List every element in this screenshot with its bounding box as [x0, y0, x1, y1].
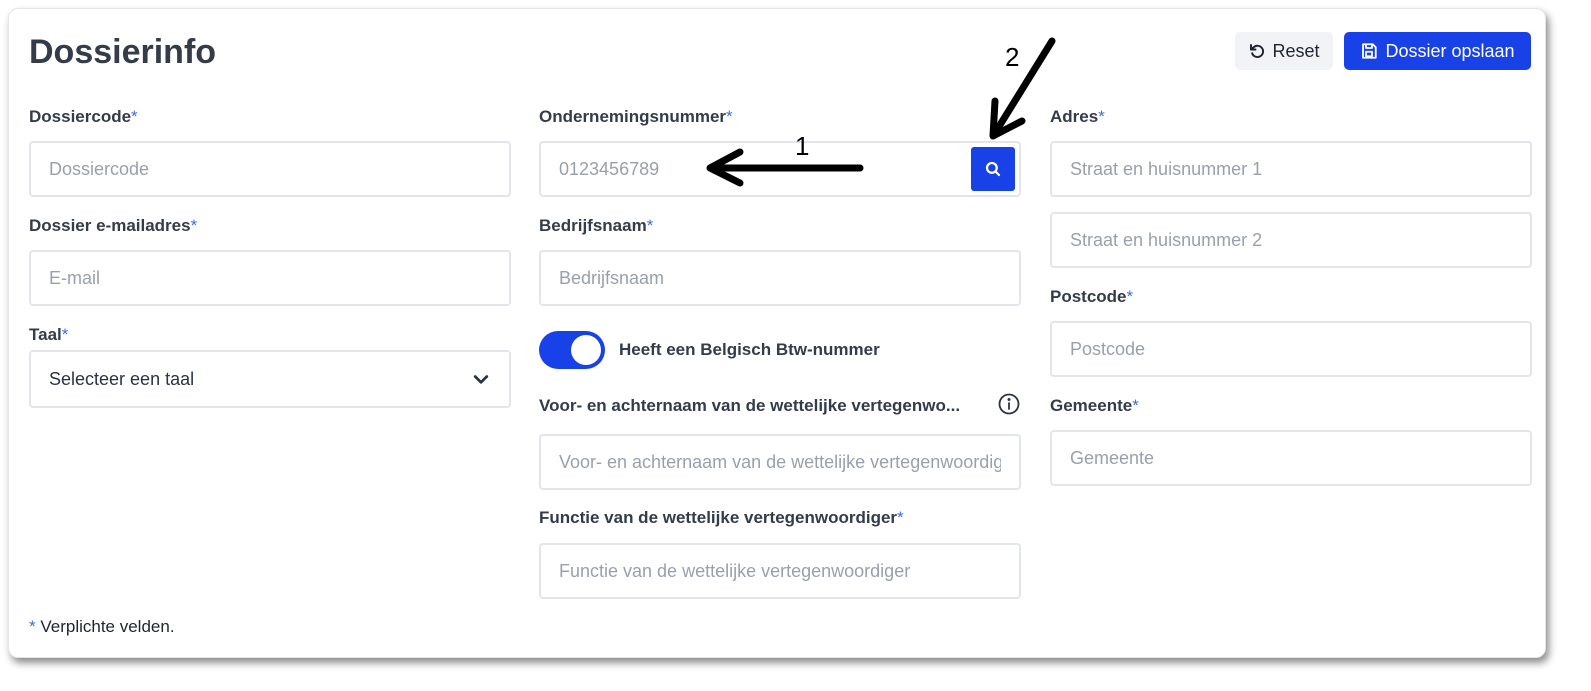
floppy-disk-icon — [1362, 43, 1378, 59]
gemeente-label: Gemeente* — [1050, 396, 1139, 415]
annotation-number-2: 2 — [1005, 42, 1020, 72]
save-dossier-button[interactable]: Dossier opslaan — [1344, 32, 1531, 70]
reset-button[interactable]: Reset — [1235, 32, 1333, 70]
btw-toggle[interactable] — [539, 331, 605, 369]
gemeente-input[interactable] — [1050, 430, 1532, 486]
dossiercode-input[interactable] — [29, 141, 511, 197]
required-fields-note: * Verplichte velden. — [29, 617, 175, 636]
taal-select[interactable]: Selecteer een taal — [29, 350, 511, 408]
vertegenwoordiger-functie-input[interactable] — [539, 543, 1021, 599]
vertegenwoordiger-functie-label: Functie van de wettelijke vertegenwoordi… — [539, 508, 904, 527]
email-label: Dossier e-mailadres* — [29, 216, 198, 235]
taal-label: Taal* — [29, 325, 69, 344]
vertegenwoordiger-naam-input[interactable] — [539, 434, 1021, 490]
adres-label: Adres* — [1050, 107, 1105, 126]
save-dossier-button-label: Dossier opslaan — [1385, 40, 1515, 61]
annotation-number-1: 1 — [795, 131, 810, 161]
bedrijfsnaam-input[interactable] — [539, 250, 1021, 306]
undo-icon — [1250, 44, 1265, 58]
page-title: Dossierinfo — [29, 33, 217, 71]
search-icon — [985, 161, 1001, 177]
postcode-label: Postcode* — [1050, 287, 1134, 306]
ondernemingsnummer-input[interactable] — [539, 141, 1021, 197]
reset-button-label: Reset — [1272, 40, 1320, 61]
email-input[interactable] — [29, 250, 511, 306]
adres-line1-input[interactable] — [1050, 141, 1532, 197]
btw-toggle-knob — [571, 335, 601, 365]
ondernemingsnummer-label: Ondernemingsnummer* — [539, 107, 733, 126]
postcode-input[interactable] — [1050, 321, 1532, 377]
vertegenwoordiger-naam-label: Voor- en achternaam van de wettelijke ve… — [539, 396, 961, 415]
bedrijfsnaam-label: Bedrijfsnaam* — [539, 216, 654, 235]
taal-select-value: Selecteer een taal — [49, 368, 195, 389]
search-company-button[interactable] — [971, 147, 1015, 191]
dossiercode-label: Dossiercode* — [29, 107, 138, 126]
dossier-info-card: Dossierinfo Reset Dossier opslaan Dossie… — [8, 8, 1546, 658]
info-icon[interactable] — [997, 392, 1021, 416]
chevron-down-icon — [473, 375, 489, 384]
adres-line2-input[interactable] — [1050, 212, 1532, 268]
btw-toggle-label: Heeft een Belgisch Btw-nummer — [619, 340, 880, 359]
